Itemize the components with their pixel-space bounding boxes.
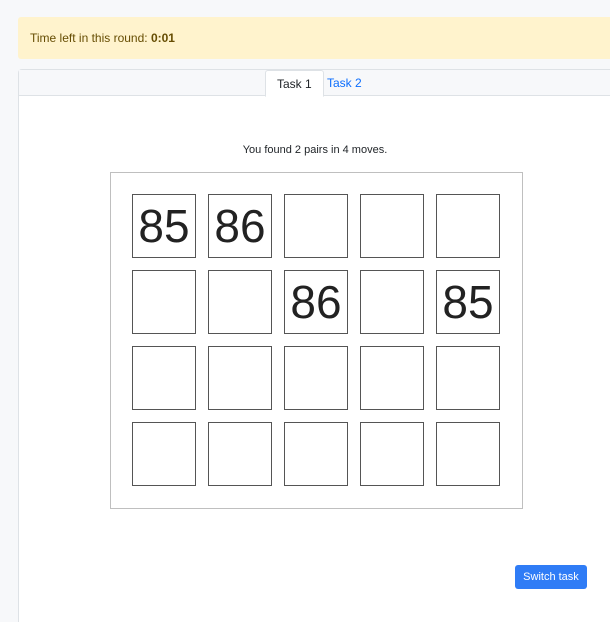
memory-board: 85 86 86 85 [110, 172, 523, 509]
game-status-text: You found 2 pairs in 4 moves. [242, 144, 388, 156]
memory-card[interactable] [284, 346, 348, 410]
memory-card[interactable] [132, 422, 196, 486]
memory-card[interactable] [208, 270, 272, 334]
tab-task-1[interactable]: Task 1 [265, 70, 324, 97]
memory-card[interactable] [132, 270, 196, 334]
memory-card[interactable]: 85 [132, 194, 196, 258]
memory-card[interactable] [360, 194, 424, 258]
memory-card[interactable] [132, 346, 196, 410]
timer-label: Time left in this round: [30, 31, 148, 45]
memory-card[interactable] [360, 270, 424, 334]
memory-card[interactable] [284, 194, 348, 258]
memory-card[interactable] [436, 422, 500, 486]
tab-bar: Task 1 Task 2 [19, 70, 610, 97]
tab-task-2[interactable]: Task 2 [316, 70, 373, 97]
memory-card[interactable] [360, 346, 424, 410]
timer-value: 0:01 [150, 31, 175, 45]
switch-task-button[interactable]: Switch task [515, 565, 587, 589]
memory-card[interactable] [360, 422, 424, 486]
memory-card[interactable]: 86 [208, 194, 272, 258]
memory-card[interactable]: 85 [436, 270, 500, 334]
timer-banner: Time left in this round: 0:01 [18, 17, 610, 59]
memory-card[interactable]: 86 [284, 270, 348, 334]
memory-card[interactable] [284, 422, 348, 486]
memory-card[interactable] [208, 346, 272, 410]
memory-card[interactable] [436, 194, 500, 258]
memory-card[interactable] [436, 346, 500, 410]
memory-card[interactable] [208, 422, 272, 486]
task-card: Task 1 Task 2 You found 2 pairs in 4 mov… [18, 69, 610, 622]
